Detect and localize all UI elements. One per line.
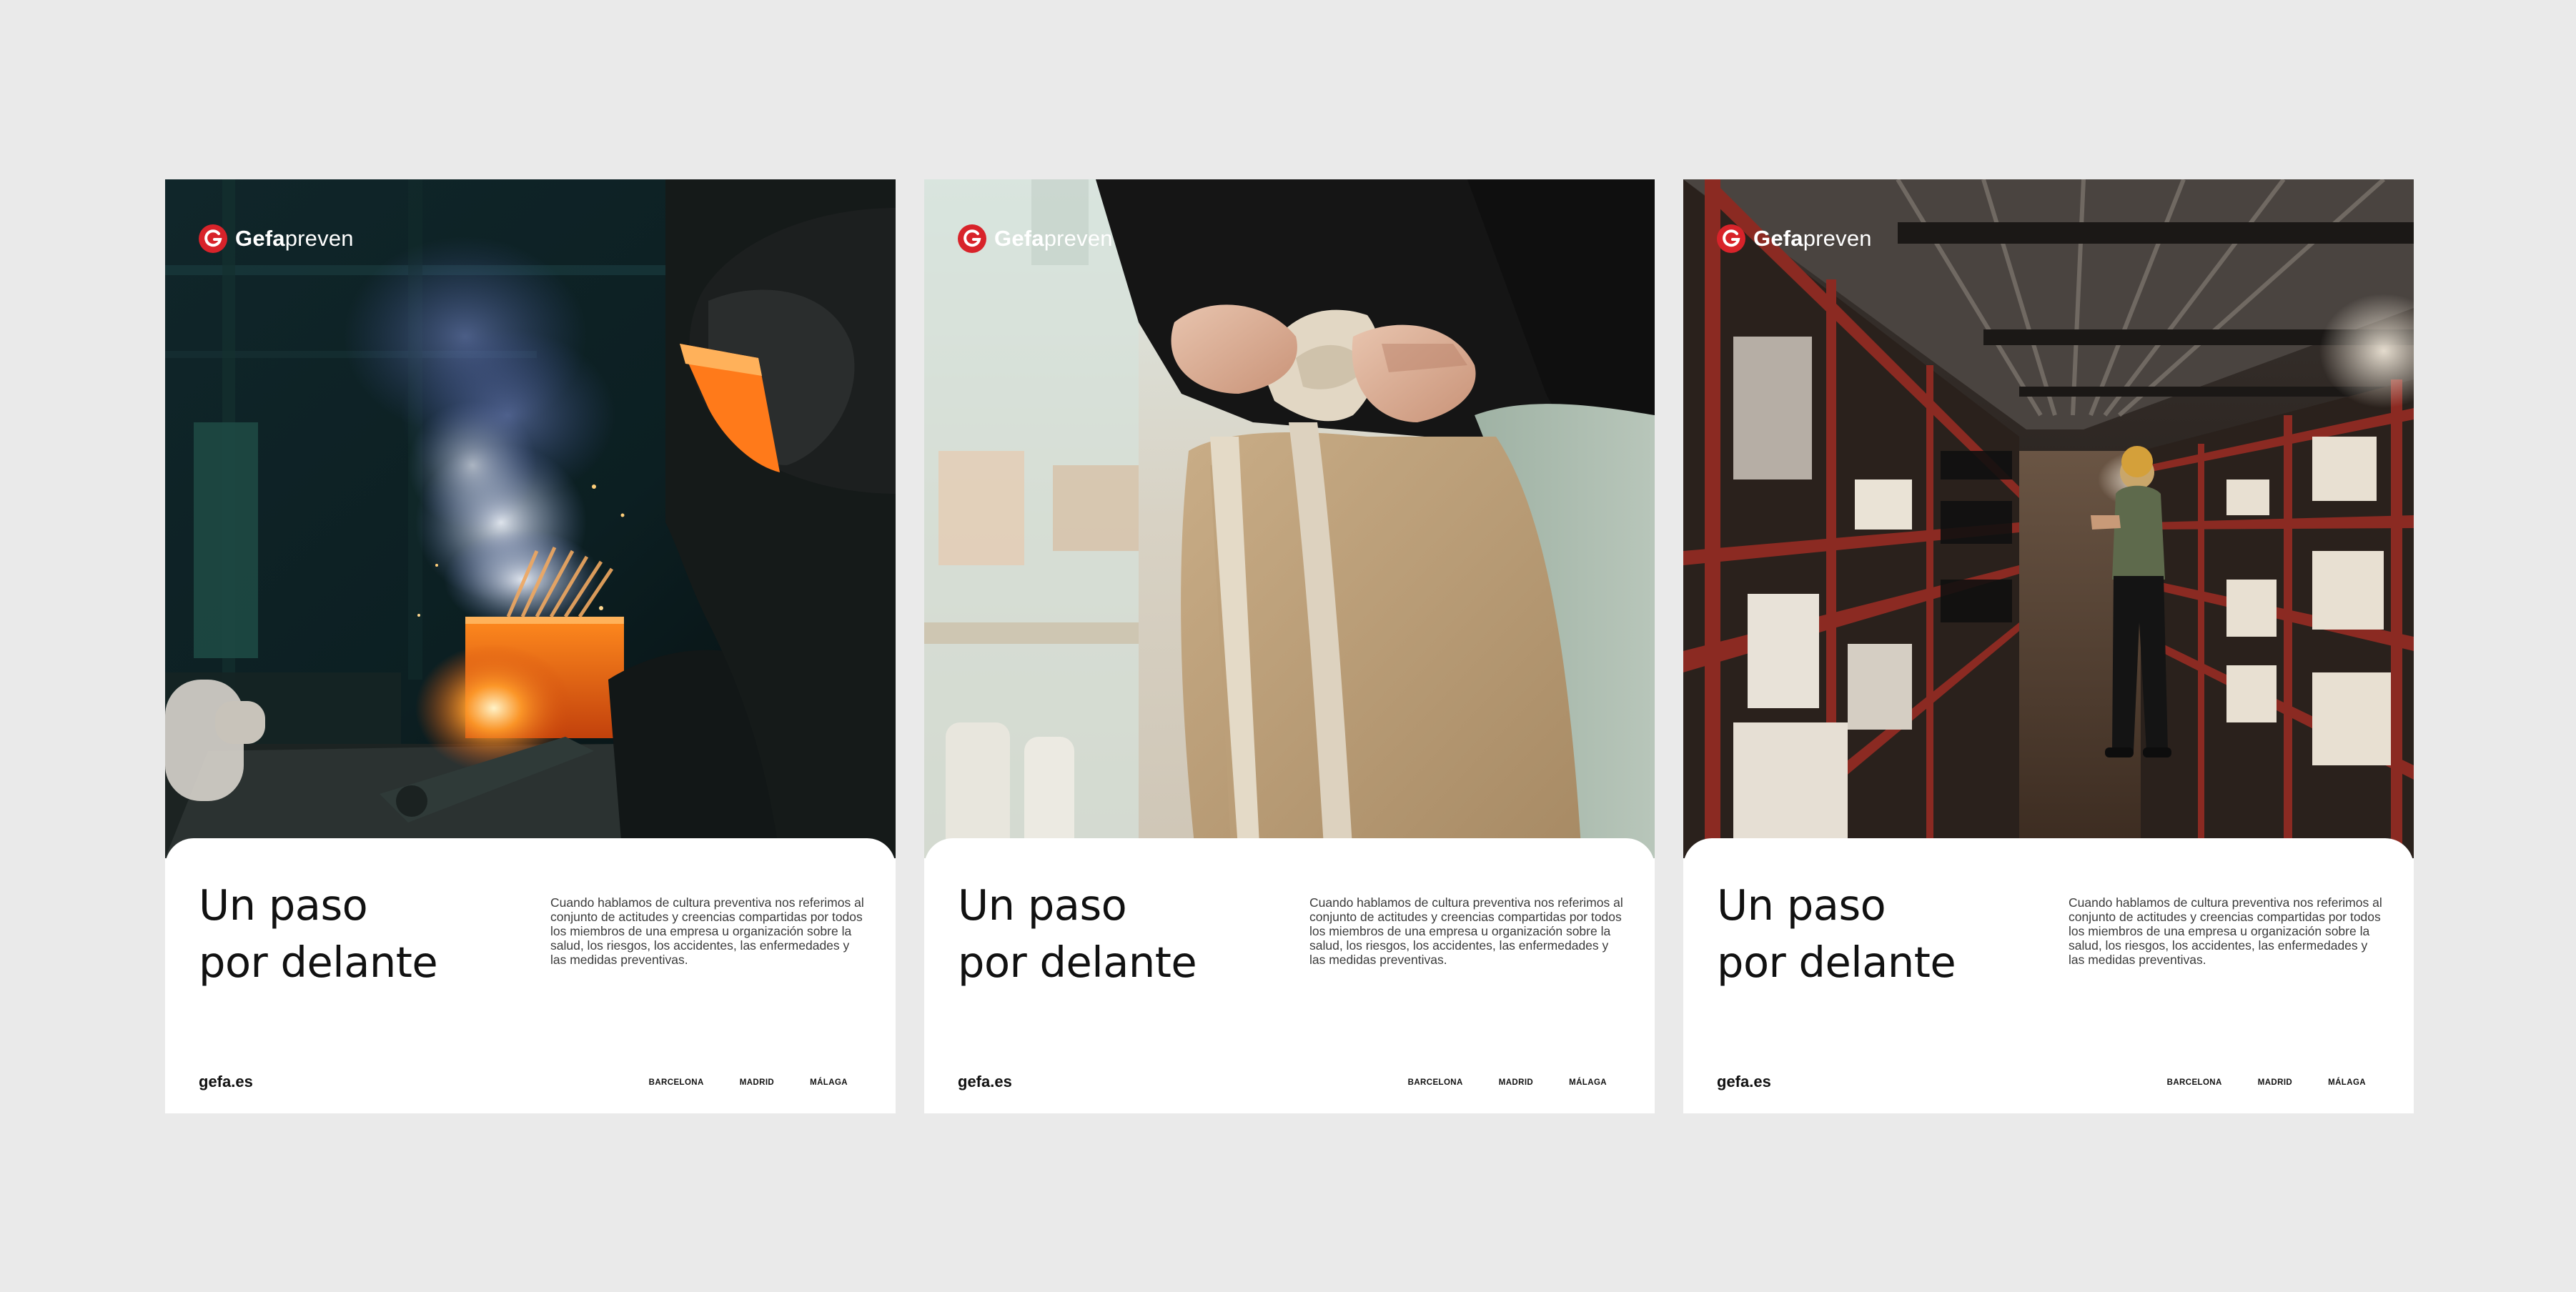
poster-card: Un paso por delante Cuando hablamos de c… <box>165 838 896 1113</box>
website-link[interactable]: gefa.es <box>1717 1073 1771 1091</box>
city-malaga: MÁLAGA <box>1569 1078 1607 1087</box>
city-madrid: MADRID <box>739 1078 775 1087</box>
headline: Un paso por delante <box>958 877 1197 991</box>
poster-card: Un paso por delante Cuando hablamos de c… <box>924 838 1655 1113</box>
city-malaga: MÁLAGA <box>810 1078 848 1087</box>
headline: Un paso por delante <box>1717 877 1956 991</box>
welder-photo <box>165 179 896 858</box>
headline-line-2: por delante <box>958 938 1197 987</box>
poster-card: Un paso por delante Cuando hablamos de c… <box>1683 838 2414 1113</box>
website-link[interactable]: gefa.es <box>199 1073 253 1091</box>
city-list: BARCELONA MADRID MÁLAGA <box>2167 1078 2366 1087</box>
city-madrid: MADRID <box>1498 1078 1534 1087</box>
headline-line-1: Un paso <box>958 880 1127 930</box>
website-link[interactable]: gefa.es <box>958 1073 1012 1091</box>
brand-name: Gefapreven <box>1753 226 1872 251</box>
description: Cuando hablamos de cultura preventiva no… <box>1309 895 1623 967</box>
poster-welder: Gefapreven Un paso por delante Cuando ha… <box>165 179 896 1113</box>
gefapreven-logo-icon <box>958 224 986 253</box>
city-barcelona: BARCELONA <box>2166 1078 2222 1087</box>
brand-name: Gefapreven <box>994 226 1113 251</box>
brand-logo: Gefapreven <box>957 224 1113 254</box>
gefapreven-logo-icon <box>199 224 227 253</box>
description: Cuando hablamos de cultura preventiva no… <box>550 895 864 967</box>
city-list: BARCELONA MADRID MÁLAGA <box>649 1078 848 1087</box>
headline-line-2: por delante <box>199 938 438 987</box>
warehouse-photo <box>1683 179 2414 858</box>
poster-warehouse: Gefapreven Un paso por delante Cuando ha… <box>1683 179 2414 1113</box>
city-barcelona: BARCELONA <box>1407 1078 1463 1087</box>
brand-logo: Gefapreven <box>1716 224 1872 254</box>
poster-apron: Gefapreven Un paso por delante Cuando ha… <box>924 179 1655 1113</box>
headline-line-1: Un paso <box>1717 880 1886 930</box>
apron-photo <box>924 179 1655 858</box>
headline: Un paso por delante <box>199 877 438 991</box>
city-list: BARCELONA MADRID MÁLAGA <box>1408 1078 1607 1087</box>
headline-line-2: por delante <box>1717 938 1956 987</box>
headline-line-1: Un paso <box>199 880 368 930</box>
brand-name: Gefapreven <box>235 226 354 251</box>
brand-logo: Gefapreven <box>198 224 354 254</box>
city-madrid: MADRID <box>2257 1078 2293 1087</box>
gefapreven-logo-icon <box>1717 224 1745 253</box>
city-malaga: MÁLAGA <box>2328 1078 2366 1087</box>
description: Cuando hablamos de cultura preventiva no… <box>2069 895 2382 967</box>
city-barcelona: BARCELONA <box>648 1078 704 1087</box>
